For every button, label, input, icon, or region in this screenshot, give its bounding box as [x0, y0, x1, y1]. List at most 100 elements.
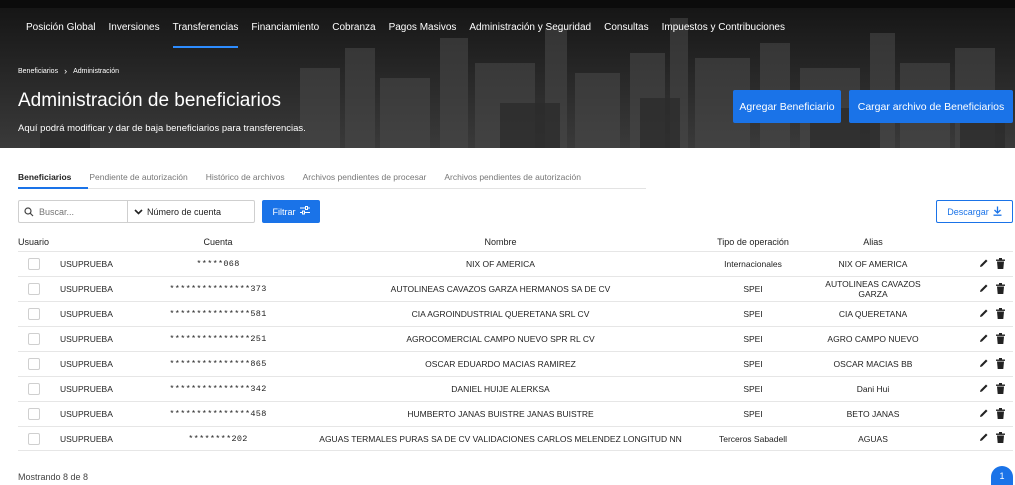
nav-item-transferencias[interactable]: Transferencias	[172, 8, 238, 48]
account-cell: ***************251	[169, 334, 267, 344]
table-row: USUPRUEBA ***************251 AGROCOMERCIAL…	[18, 326, 1013, 351]
name-cell: AGROCOMERCIAL CAMPO NUEVO SPR RL CV	[406, 334, 595, 344]
user-value: USUPRUEBA	[60, 259, 113, 269]
nav-item-impuestos[interactable]: Impuestos y Contribuciones	[662, 8, 785, 48]
edit-icon[interactable]	[979, 283, 989, 296]
table-row: USUPRUEBA ***************865 OSCAR EDUARDO…	[18, 351, 1013, 376]
nav-item-pagos-masivos[interactable]: Pagos Masivos	[389, 8, 457, 48]
actions-cell	[933, 332, 1013, 346]
user-cell: USUPRUEBA	[18, 258, 128, 270]
alias-cell: NIX OF AMERICA	[838, 259, 908, 269]
operation-cell: Internacionales	[724, 259, 782, 269]
edit-icon[interactable]	[979, 333, 989, 346]
user-cell: USUPRUEBA	[18, 333, 128, 345]
actions-cell	[933, 257, 1013, 271]
name-cell: CIA AGROINDUSTRIAL QUERETANA SRL CV	[411, 309, 590, 319]
table-row: USUPRUEBA *****068 NIX OF AMERICA Internaci…	[18, 251, 1013, 276]
user-cell: USUPRUEBA	[18, 358, 128, 370]
header-operation: Tipo de operación	[717, 236, 789, 247]
filter-label: Filtrar	[272, 206, 296, 217]
trash-icon[interactable]	[996, 357, 1005, 371]
user-value: USUPRUEBA	[60, 284, 113, 294]
table-body: USUPRUEBA *****068 NIX OF AMERICA Internaci…	[18, 251, 1013, 451]
operation-cell: SPEI	[743, 334, 763, 344]
trash-icon[interactable]	[996, 282, 1005, 296]
user-value: USUPRUEBA	[60, 309, 113, 319]
filter-button[interactable]: Filtrar	[262, 200, 320, 223]
table-row: USUPRUEBA ***************581 CIA AGROINDUS…	[18, 301, 1013, 326]
breadcrumb: Beneficiarios › Administración	[18, 66, 119, 76]
nav-item-administracion-seguridad[interactable]: Administración y Seguridad	[469, 8, 591, 48]
account-cell: ***************458	[169, 409, 267, 419]
nav-item-cobranza[interactable]: Cobranza	[332, 8, 375, 48]
user-cell: USUPRUEBA	[18, 432, 128, 445]
operation-cell: SPEI	[743, 409, 763, 419]
nav-item-financiamiento[interactable]: Financiamiento	[251, 8, 319, 48]
edit-icon[interactable]	[979, 258, 989, 271]
table-row: USUPRUEBA ********202 AGUAS TERMALES PURAS…	[18, 426, 1013, 451]
edit-icon[interactable]	[979, 308, 989, 321]
trash-icon[interactable]	[996, 432, 1005, 445]
table-row: USUPRUEBA ***************342 DANIEL HUIJE …	[18, 376, 1013, 401]
search-box: Número de cuenta	[18, 200, 255, 223]
top-strip	[0, 0, 1015, 8]
actions-cell	[933, 382, 1013, 396]
alias-cell: BETO JANAS	[846, 409, 900, 419]
tabs-divider	[18, 188, 646, 189]
account-cell: ***************581	[169, 309, 267, 319]
beneficiaries-table: Usuario Cuenta Nombre Tipo de operación …	[18, 232, 1013, 451]
actions-cell	[933, 307, 1013, 321]
page-subtitle: Aquí podrá modificar y dar de baja benef…	[18, 123, 306, 134]
row-checkbox[interactable]	[28, 258, 40, 270]
breadcrumb-beneficiarios[interactable]: Beneficiarios	[18, 68, 58, 75]
upload-beneficiaries-button[interactable]: Cargar archivo de Beneficiarios	[849, 90, 1013, 123]
edit-icon[interactable]	[979, 432, 989, 445]
alias-cell: CIA QUERETANA	[838, 309, 908, 319]
user-cell: USUPRUEBA	[18, 308, 128, 320]
operation-cell: Terceros Sabadell	[718, 433, 788, 444]
trash-icon[interactable]	[996, 382, 1005, 396]
search-input[interactable]	[39, 206, 127, 217]
search-field-select[interactable]: Número de cuenta	[127, 201, 254, 222]
name-cell: HUMBERTO JANAS BUISTRE JANAS BUISTRE	[407, 409, 594, 419]
operation-cell: SPEI	[743, 384, 763, 394]
row-checkbox[interactable]	[28, 408, 40, 420]
header-alias: Alias	[863, 236, 883, 247]
row-checkbox[interactable]	[28, 283, 40, 295]
alias-cell: OSCAR MACIAS BB	[833, 359, 913, 369]
edit-icon[interactable]	[979, 358, 989, 371]
chevron-right-icon: ›	[64, 66, 68, 76]
search-icon	[19, 206, 39, 217]
trash-icon[interactable]	[996, 257, 1005, 271]
account-cell: ***************373	[169, 284, 267, 294]
row-checkbox[interactable]	[28, 383, 40, 395]
user-value: USUPRUEBA	[60, 409, 113, 419]
table-header: Usuario Cuenta Nombre Tipo de operación …	[18, 232, 1013, 251]
row-checkbox[interactable]	[28, 308, 40, 320]
trash-icon[interactable]	[996, 332, 1005, 346]
row-checkbox[interactable]	[28, 333, 40, 345]
page-number-button[interactable]: 1	[991, 466, 1013, 485]
trash-icon[interactable]	[996, 307, 1005, 321]
user-value: USUPRUEBA	[60, 334, 113, 344]
alias-cell: AGRO CAMPO NUEVO	[827, 334, 919, 344]
header-user: Usuario	[18, 236, 50, 247]
download-label: Descargar	[947, 206, 989, 217]
user-value: USUPRUEBA	[60, 384, 113, 394]
edit-icon[interactable]	[979, 383, 989, 396]
nav-item-consultas[interactable]: Consultas	[604, 8, 648, 48]
nav-item-posicion-global[interactable]: Posición Global	[26, 8, 95, 48]
row-checkbox[interactable]	[28, 358, 40, 370]
name-cell: AUTOLINEAS CAVAZOS GARZA HERMANOS SA DE …	[390, 284, 611, 294]
name-cell: NIX OF AMERICA	[466, 259, 535, 269]
alias-cell: AUTOLINEAS CAVAZOS GARZA	[825, 279, 921, 299]
page-title: Administración de beneficiarios	[18, 90, 281, 111]
trash-icon[interactable]	[996, 407, 1005, 421]
download-button[interactable]: Descargar	[936, 200, 1013, 223]
edit-icon[interactable]	[979, 408, 989, 421]
breadcrumb-administracion: Administración	[73, 67, 119, 75]
main-nav: Posición Global Inversiones Transferenci…	[0, 8, 1015, 48]
nav-item-inversiones[interactable]: Inversiones	[108, 8, 159, 48]
row-checkbox[interactable]	[28, 432, 40, 445]
add-beneficiary-button[interactable]: Agregar Beneficiario	[733, 90, 841, 123]
